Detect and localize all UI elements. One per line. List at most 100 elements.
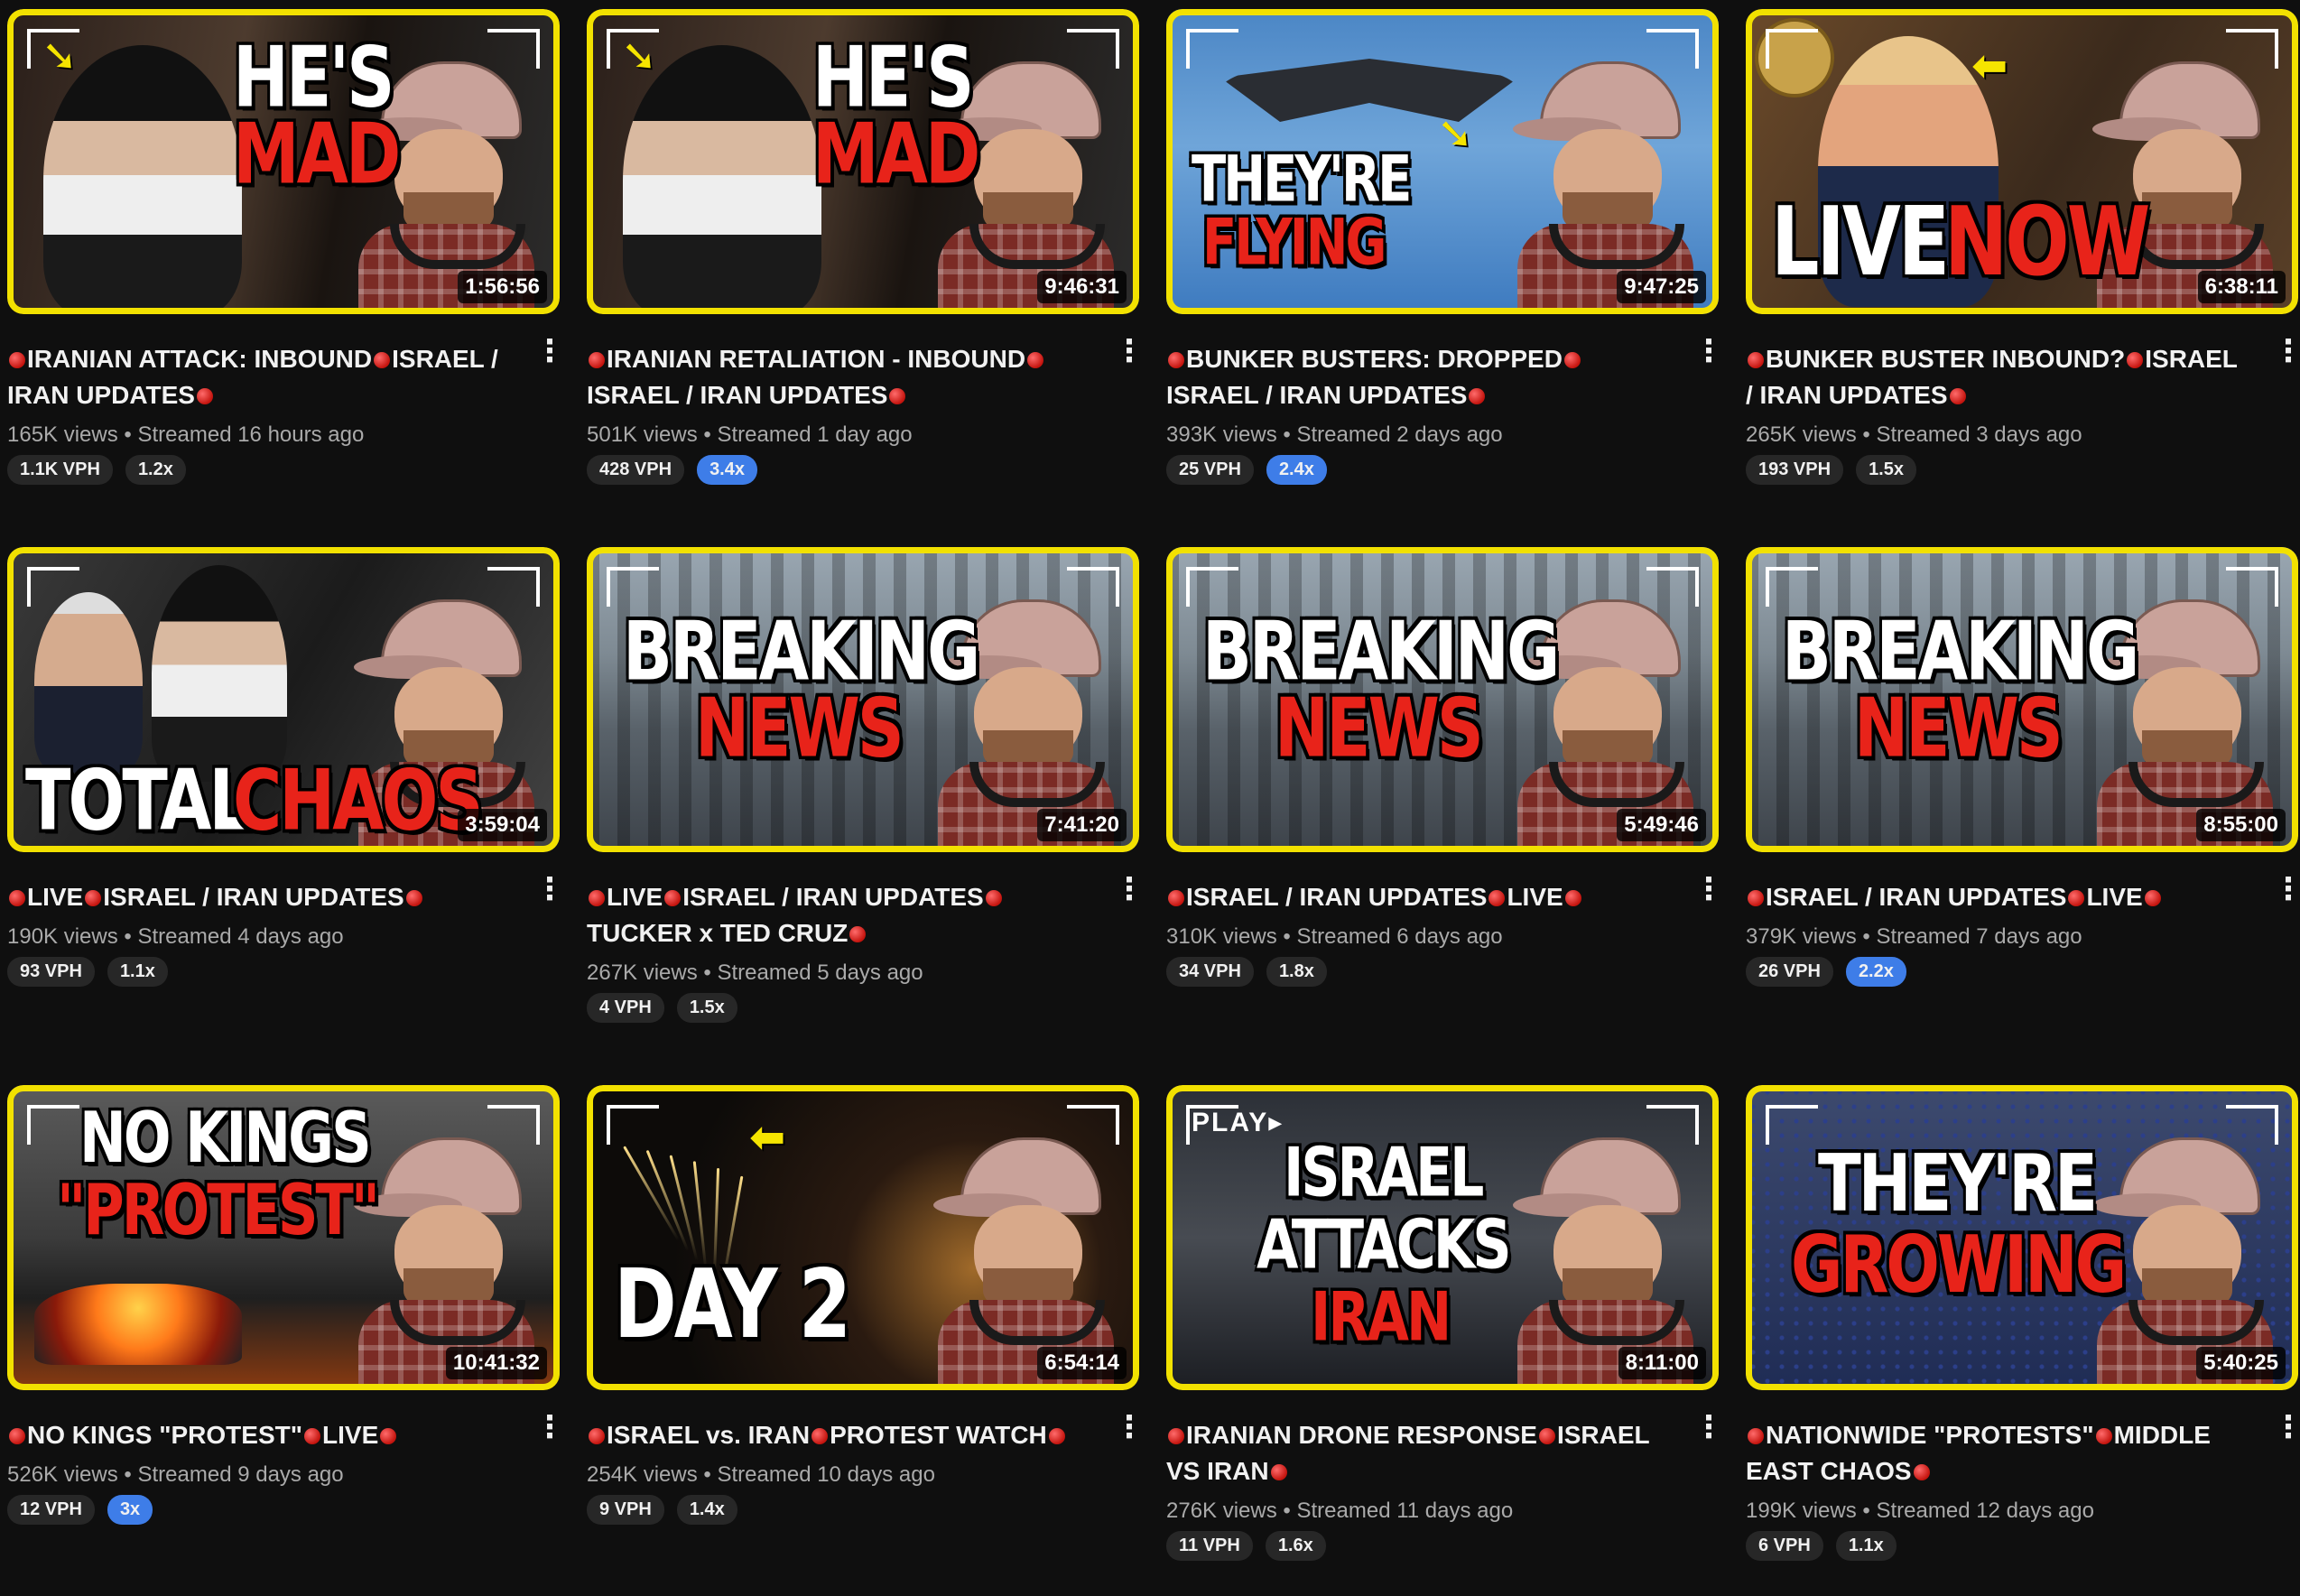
streamed-time: Streamed 3 days ago [1876,422,2082,447]
vph-badge: 93 VPH [7,957,95,987]
live-dot-icon [380,1428,397,1444]
video-thumbnail[interactable]: BREAKING NEWS 8:55:00 [1746,547,2298,852]
video-thumbnail[interactable]: ➘ THEY'RE FLYING 9:47:25 [1166,9,1719,314]
video-card[interactable]: BREAKING NEWS 5:49:46 ISRAEL / IRAN UPDATES… [1166,547,1724,1058]
video-card[interactable]: PLAY▸ ISRAEL ATTACKS IRAN 8:11:00 IRANIAN DRO… [1166,1085,1724,1596]
video-card[interactable]: BREAKING NEWS 8:55:00 ISRAEL / IRAN UPDATES… [1746,547,2300,1058]
live-dot-icon [1949,388,1966,404]
live-dot-icon [2095,1428,2112,1444]
streamed-time: Streamed 1 day ago [717,422,913,447]
video-card[interactable]: ➘ THEY'RE FLYING 9:47:25 BUNKER BUSTERS: DRO… [1166,9,1724,520]
more-vert-icon[interactable]: ⋮ [2273,1412,2300,1457]
video-thumbnail[interactable]: ⬅ DAY 2 6:54:14 [587,1085,1139,1390]
video-title[interactable]: IRANIAN RETALIATION - INBOUND ISRAEL / IR… [587,341,1085,413]
video-thumbnail[interactable]: BREAKING NEWS 7:41:20 [587,547,1139,852]
video-meta: ISRAEL / IRAN UPDATES LIVE ⋮ 379K views • S… [1746,874,2300,987]
frame-corner [1067,1105,1119,1145]
video-title[interactable]: NATIONWIDE "PROTESTS" MIDDLE EAST CHAOS [1746,1417,2244,1489]
multiplier-badge: 1.1x [107,957,168,987]
thumbnail-headline: IRAN [1311,1277,1451,1358]
multiplier-badge: 1.2x [125,455,186,485]
thumbnail-headline: THEY'RE [1192,143,1412,217]
streamed-time: Streamed 2 days ago [1296,422,1503,447]
thumbnail-headline: ATTACKS [1257,1205,1512,1285]
more-vert-icon[interactable]: ⋮ [2273,336,2300,381]
live-dot-icon [1563,352,1581,368]
video-title-segment: PROTEST WATCH [830,1421,1047,1449]
video-title[interactable]: IRANIAN ATTACK: INBOUND ISRAEL / IRAN UPD… [7,341,505,413]
video-thumbnail[interactable]: ➘ HE'S MAD 1:56:56 [7,9,560,314]
stats-separator: • [697,1462,718,1487]
stats-separator: • [117,422,138,447]
duration-badge: 6:38:11 [2197,271,2286,303]
vph-badge: 26 VPH [1746,957,1833,987]
thumbnail-headline: TOTAL [25,752,252,849]
metric-badges: 34 VPH 1.8x [1166,957,1665,987]
live-dot-icon [9,1428,25,1444]
view-count: 254K views [587,1462,698,1487]
more-vert-icon[interactable]: ⋮ [1693,874,1724,919]
video-stats: 393K views • Streamed 2 days ago [1166,422,1665,448]
view-count: 265K views [1746,422,1857,447]
thumbnail-scene: THEY'RE GROWING [1746,1085,2298,1390]
video-card[interactable]: NO KINGS "PROTEST" 10:41:32 NO KINGS "PROTE… [7,1085,565,1596]
frame-corner [1766,29,1818,69]
live-dot-icon [1168,1428,1184,1444]
more-vert-icon[interactable]: ⋮ [1114,336,1145,381]
video-title-segment: IRANIAN ATTACK: INBOUND [27,345,373,373]
frame-corner [27,567,79,607]
video-title[interactable]: ISRAEL / IRAN UPDATES LIVE [1166,879,1665,915]
video-card[interactable]: THEY'RE GROWING 5:40:25 NATIONWIDE "PROTEST… [1746,1085,2300,1596]
video-title[interactable]: ISRAEL / IRAN UPDATES LIVE [1746,879,2244,915]
video-title[interactable]: BUNKER BUSTERS: DROPPED ISRAEL / IRAN UPD… [1166,341,1665,413]
thumbnail-headline: BREAKING [1202,603,1560,699]
video-card[interactable]: ⬅ DAY 2 6:54:14 ISRAEL vs. IRAN PROTEST WATC… [587,1085,1145,1596]
video-title[interactable]: LIVE ISRAEL / IRAN UPDATES [7,879,505,915]
more-vert-icon[interactable]: ⋮ [1693,1412,1724,1457]
video-title[interactable]: BUNKER BUSTER INBOUND? ISRAEL / IRAN UPDA… [1746,341,2244,413]
video-thumbnail[interactable]: ⬅ LIVE NOW 6:38:11 [1746,9,2298,314]
more-vert-icon[interactable]: ⋮ [534,336,565,381]
metric-badges: 26 VPH 2.2x [1746,957,2244,987]
video-thumbnail[interactable]: NO KINGS "PROTEST" 10:41:32 [7,1085,560,1390]
video-card[interactable]: ➘ HE'S MAD 1:56:56 IRANIAN ATTACK: INBOUND IS… [7,9,565,520]
frame-corner [607,29,659,69]
video-title[interactable]: ISRAEL vs. IRAN PROTEST WATCH [587,1417,1085,1453]
multiplier-badge: 1.8x [1266,957,1327,987]
burning-car [34,1284,242,1365]
stats-separator: • [1856,1499,1877,1523]
video-card[interactable]: BREAKING NEWS 7:41:20 LIVE ISRAEL / IRAN UPD… [587,547,1145,1058]
video-title[interactable]: NO KINGS "PROTEST" LIVE [7,1417,505,1453]
streamed-time: Streamed 5 days ago [717,960,923,985]
metric-badges: 11 VPH 1.6x [1166,1531,1665,1561]
video-card[interactable]: ⬅ LIVE NOW 6:38:11 BUNKER BUSTER INBOUND? ISR… [1746,9,2300,520]
streamed-time: Streamed 16 hours ago [137,422,365,447]
video-thumbnail[interactable]: TOTAL CHAOS 3:59:04 [7,547,560,852]
more-vert-icon[interactable]: ⋮ [1114,874,1145,919]
more-vert-icon[interactable]: ⋮ [534,1412,565,1457]
video-card[interactable]: TOTAL CHAOS 3:59:04 LIVE ISRAEL / IRAN UPDAT… [7,547,565,1058]
multiplier-badge: 1.5x [676,993,737,1023]
video-title-segment: LIVE [1507,883,1563,911]
thumbnail-headline: BREAKING [1782,603,2139,699]
frame-corner [2226,567,2278,607]
video-thumbnail[interactable]: BREAKING NEWS 5:49:46 [1166,547,1719,852]
video-thumbnail[interactable]: ➘ HE'S MAD 9:46:31 [587,9,1139,314]
metric-badges: 1.1K VPH 1.2x [7,455,505,485]
video-stats: 379K views • Streamed 7 days ago [1746,924,2244,950]
multiplier-badge: 2.4x [1266,455,1327,485]
more-vert-icon[interactable]: ⋮ [534,874,565,919]
video-title[interactable]: IRANIAN DRONE RESPONSE ISRAEL VS IRAN [1166,1417,1665,1489]
video-title[interactable]: LIVE ISRAEL / IRAN UPDATES TUCKER x TED CR… [587,879,1085,951]
video-thumbnail[interactable]: PLAY▸ ISRAEL ATTACKS IRAN 8:11:00 [1166,1085,1719,1390]
more-vert-icon[interactable]: ⋮ [1693,336,1724,381]
metric-badges: 9 VPH 1.4x [587,1495,1085,1525]
video-thumbnail[interactable]: THEY'RE GROWING 5:40:25 [1746,1085,2298,1390]
more-vert-icon[interactable]: ⋮ [1114,1412,1145,1457]
more-vert-icon[interactable]: ⋮ [2273,874,2300,919]
video-card[interactable]: ➘ HE'S MAD 9:46:31 IRANIAN RETALIATION - INB… [587,9,1145,520]
frame-corner [1186,567,1238,607]
thumbnail-headline: NO KINGS [79,1096,372,1179]
video-title-segment: IRANIAN DRONE RESPONSE [1186,1421,1537,1449]
video-stats: 265K views • Streamed 3 days ago [1746,422,2244,448]
